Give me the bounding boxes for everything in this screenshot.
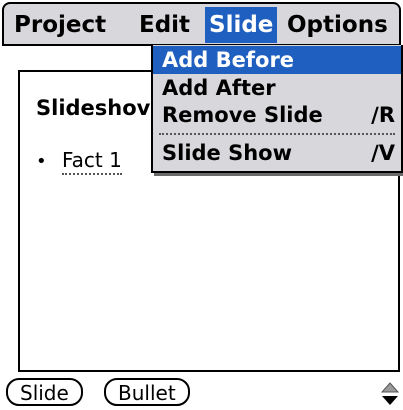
menu-slide[interactable]: Slide bbox=[205, 7, 278, 43]
menu-bar: Project Edit Slide Options bbox=[2, 2, 401, 46]
scroll-up-arrow-icon bbox=[380, 382, 400, 393]
menu-item-remove-slide[interactable]: Remove Slide ∕R bbox=[153, 101, 401, 129]
bullet-item-fact-1[interactable]: Fact 1 bbox=[62, 148, 122, 175]
remove-slide-shortcut: ∕R bbox=[371, 103, 395, 127]
scroll-down-arrow-icon bbox=[382, 396, 398, 405]
menu-options[interactable]: Options bbox=[283, 7, 392, 43]
slide-title[interactable]: Slideshov bbox=[36, 96, 150, 120]
scroll-up-down-icon[interactable] bbox=[380, 382, 400, 406]
slide-show-shortcut: ∕V bbox=[371, 141, 395, 165]
slide-menu-dropdown: Add Before Add After Remove Slide ∕R Sli… bbox=[151, 45, 403, 173]
bullet-dot-icon: • bbox=[36, 151, 47, 172]
menu-item-add-before[interactable]: Add Before bbox=[153, 46, 401, 74]
menu-project[interactable]: Project bbox=[10, 7, 110, 43]
bullet-button[interactable]: Bullet bbox=[104, 378, 190, 406]
menu-item-remove-slide-label: Remove Slide bbox=[162, 103, 323, 127]
menu-item-add-after-label: Add After bbox=[162, 76, 276, 100]
menu-item-slide-show-label: Slide Show bbox=[162, 141, 293, 165]
menu-item-add-after[interactable]: Add After bbox=[153, 74, 401, 102]
menu-item-add-before-label: Add Before bbox=[162, 48, 295, 72]
menu-divider bbox=[159, 133, 395, 135]
menu-item-slide-show[interactable]: Slide Show ∕V bbox=[153, 139, 401, 167]
slide-button[interactable]: Slide bbox=[6, 378, 83, 406]
menu-edit[interactable]: Edit bbox=[135, 7, 194, 43]
